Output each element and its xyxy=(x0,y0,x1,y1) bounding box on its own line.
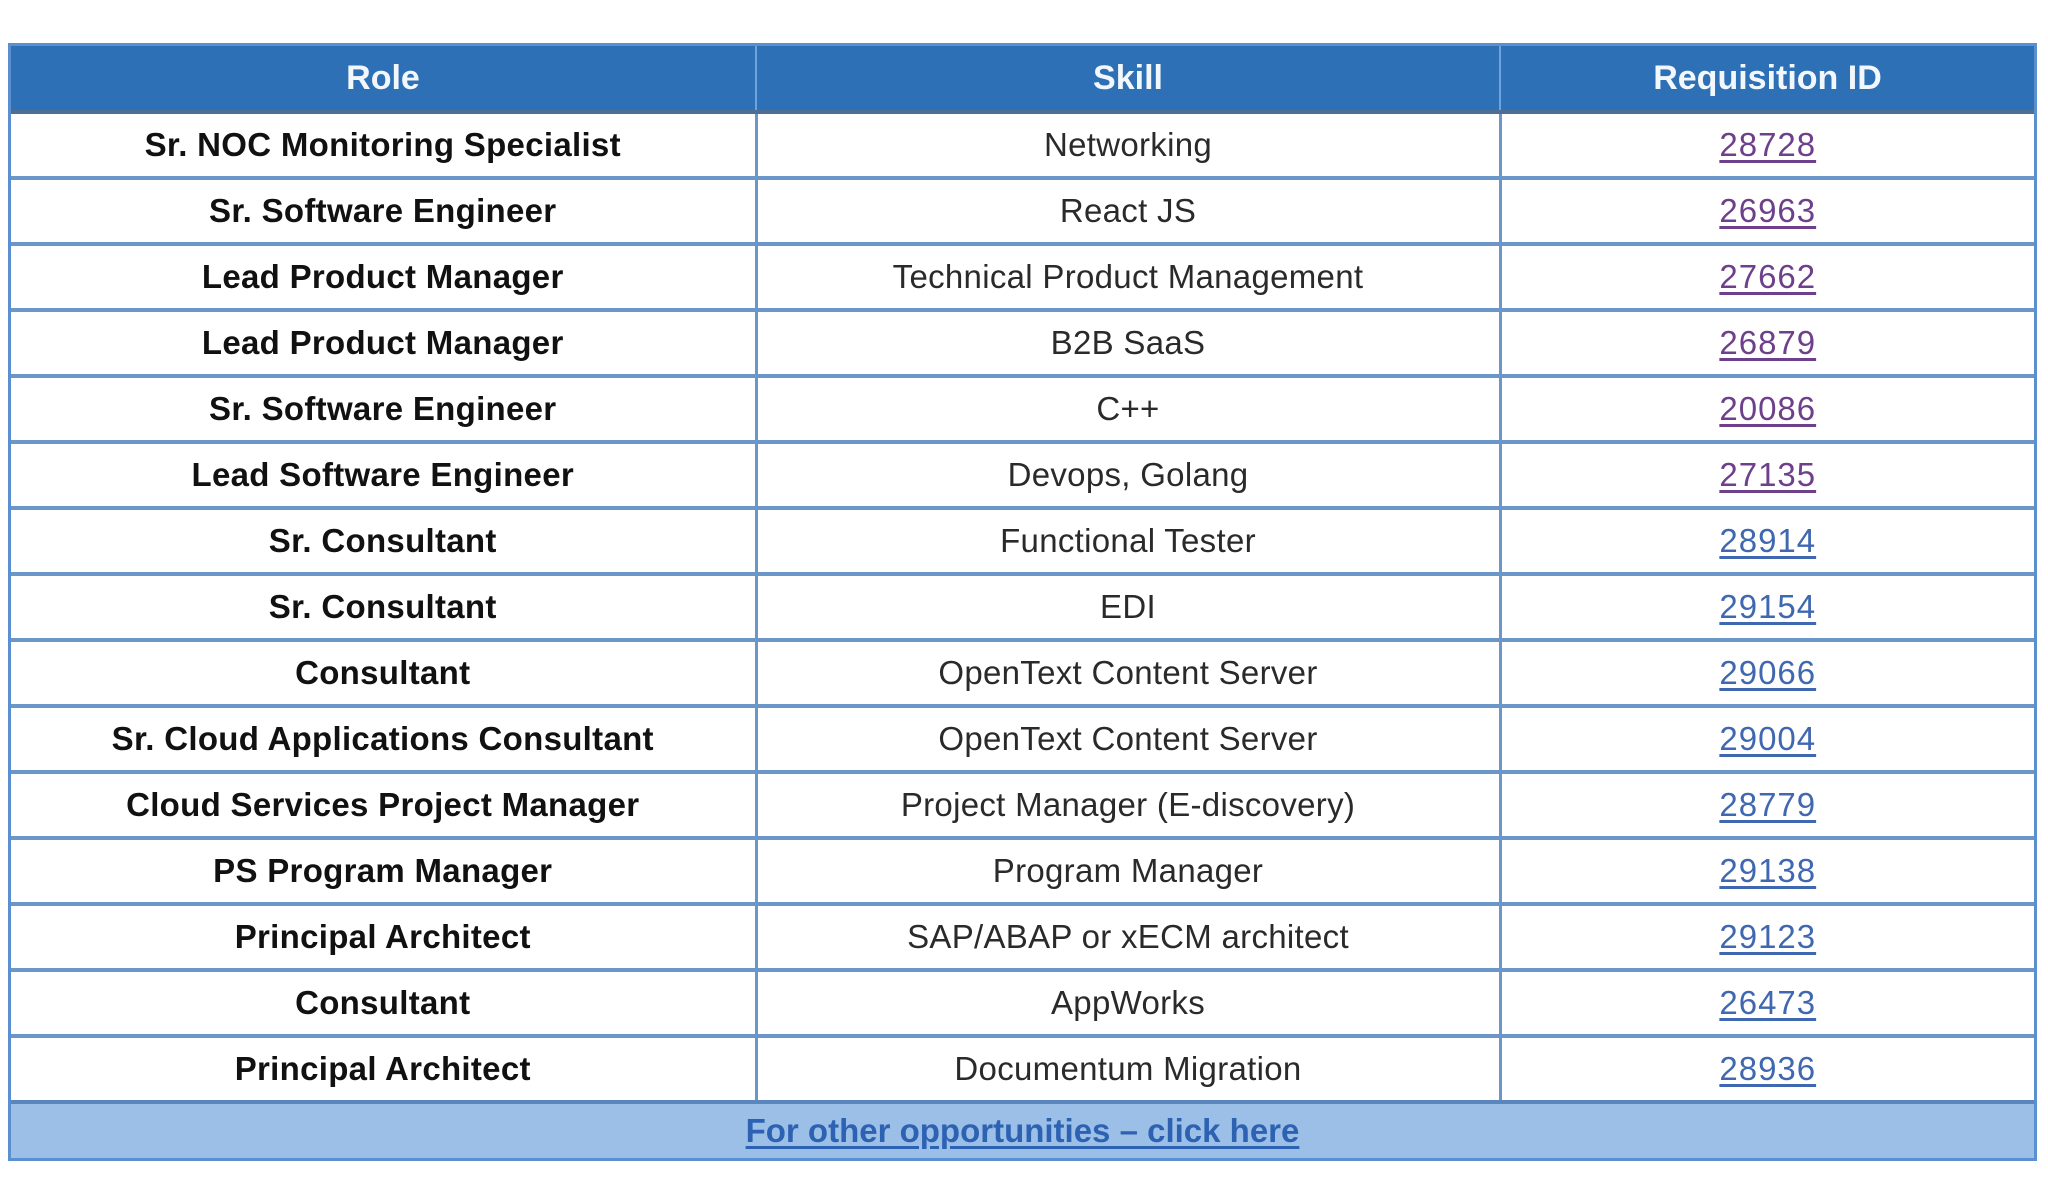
table-row: Sr. Software Engineer React JS 26963 xyxy=(11,176,2034,244)
requisition-id-link[interactable]: 27135 xyxy=(1719,456,1816,493)
requisition-id-cell: 26473 xyxy=(1498,968,2034,1036)
role-cell: Sr. Cloud Applications Consultant xyxy=(11,704,756,772)
skill-cell: OpenText Content Server xyxy=(754,638,1500,706)
other-opportunities-link[interactable]: For other opportunities – click here xyxy=(746,1112,1300,1149)
job-openings-table-container: Role Skill Requisition ID Sr. NOC Monito… xyxy=(8,43,2037,1161)
skill-cell: SAP/ABAP or xECM architect xyxy=(754,902,1500,970)
footer-row: For other opportunities – click here xyxy=(11,1100,2034,1158)
role-cell: Sr. NOC Monitoring Specialist xyxy=(144,126,621,163)
role-cell: PS Program Manager xyxy=(11,836,756,904)
requisition-id-link[interactable]: 28779 xyxy=(1719,786,1816,823)
requisition-id-cell: 29004 xyxy=(1498,704,2034,772)
requisition-id-link[interactable]: 26879 xyxy=(1719,324,1816,361)
skill-cell: C++ xyxy=(754,374,1500,442)
table-header: Role Skill Requisition ID xyxy=(11,46,2034,114)
requisition-id-link[interactable]: 26963 xyxy=(1719,192,1816,229)
role-cell: Sr. Software Engineer xyxy=(11,176,756,244)
table-row: Sr. Cloud Applications Consultant OpenTex… xyxy=(11,704,2034,772)
table-row: Lead Software Engineer Devops, Golang 2713… xyxy=(11,440,2034,508)
requisition-id-cell: 27135 xyxy=(1498,440,2034,508)
header-requisition-id: Requisition ID xyxy=(1499,46,2034,114)
skill-cell: Documentum Migration xyxy=(754,1034,1500,1102)
role-cell: Lead Product Manager xyxy=(11,242,756,310)
header-role: Role xyxy=(11,46,756,114)
table-row: Sr. NOC Monitoring Specialist Networking 2… xyxy=(11,112,2034,178)
requisition-id-cell: 28914 xyxy=(1498,506,2034,574)
requisition-id-cell: 29138 xyxy=(1498,836,2034,904)
requisition-id-link[interactable]: 28936 xyxy=(1719,1050,1816,1087)
skill-cell: Project Manager (E-discovery) xyxy=(754,770,1500,838)
requisition-id-link[interactable]: 28728 xyxy=(1719,126,1816,163)
requisition-id-link[interactable]: 26473 xyxy=(1719,984,1816,1021)
requisition-id-link[interactable]: 29138 xyxy=(1719,852,1816,889)
table-row: Sr. Consultant Functional Tester 28914 xyxy=(11,506,2034,574)
requisition-id-link[interactable]: 20086 xyxy=(1719,390,1816,427)
role-cell: Lead Software Engineer xyxy=(11,440,756,508)
requisition-id-cell: 28936 xyxy=(1498,1034,2034,1102)
table-body: Sr. NOC Monitoring Specialist Networking 2… xyxy=(11,112,2034,1102)
skill-cell: EDI xyxy=(754,572,1500,640)
requisition-id-link[interactable]: 29066 xyxy=(1719,654,1816,691)
role-cell: Lead Product Manager xyxy=(11,308,756,376)
skill-cell: Devops, Golang xyxy=(754,440,1500,508)
header-row: Role Skill Requisition ID xyxy=(11,46,2034,114)
requisition-id-cell: 28779 xyxy=(1498,770,2034,838)
requisition-id-link[interactable]: 29004 xyxy=(1719,720,1816,757)
skill-cell: B2B SaaS xyxy=(754,308,1500,376)
requisition-id-cell: 29123 xyxy=(1498,902,2034,970)
requisition-id-link[interactable]: 27662 xyxy=(1719,258,1816,295)
role-cell: Consultant xyxy=(11,968,756,1036)
skill-cell: Technical Product Management xyxy=(754,242,1500,310)
role-cell: Sr. Consultant xyxy=(11,572,756,640)
skill-cell: Functional Tester xyxy=(754,506,1500,574)
role-cell: Principal Architect xyxy=(11,1034,756,1102)
skill-cell: Networking xyxy=(754,112,1500,178)
role-cell: Sr. Software Engineer xyxy=(11,374,756,442)
table-row: Lead Product Manager Technical Product Ma… xyxy=(11,242,2034,310)
requisition-id-link[interactable]: 29123 xyxy=(1719,918,1816,955)
header-skill: Skill xyxy=(755,46,1500,114)
table-row: Sr. Consultant EDI 29154 xyxy=(11,572,2034,640)
requisition-id-cell: 28728 xyxy=(1498,112,2034,178)
requisition-id-cell: 29154 xyxy=(1498,572,2034,640)
table-row: PS Program Manager Program Manager 29138 xyxy=(11,836,2034,904)
table-row: Consultant OpenText Content Server 29066 xyxy=(11,638,2034,706)
table-footer: For other opportunities – click here xyxy=(11,1100,2034,1158)
table-row: Principal Architect SAP/ABAP or xECM arch… xyxy=(11,902,2034,970)
requisition-id-link[interactable]: 28914 xyxy=(1719,522,1816,559)
table-row: Consultant AppWorks 26473 xyxy=(11,968,2034,1036)
role-cell: Consultant xyxy=(11,638,756,706)
role-cell: Sr. Consultant xyxy=(11,506,756,574)
skill-cell: Program Manager xyxy=(754,836,1500,904)
requisition-id-cell: 26879 xyxy=(1498,308,2034,376)
table-row: Lead Product Manager B2B SaaS 26879 xyxy=(11,308,2034,376)
requisition-id-cell: 20086 xyxy=(1498,374,2034,442)
role-cell: Principal Architect xyxy=(11,902,756,970)
skill-cell: React JS xyxy=(754,176,1500,244)
skill-cell: AppWorks xyxy=(754,968,1500,1036)
table-row: Sr. Software Engineer C++ 20086 xyxy=(11,374,2034,442)
footer-cell: For other opportunities – click here xyxy=(11,1100,2034,1158)
job-openings-table: Role Skill Requisition ID Sr. NOC Monito… xyxy=(11,46,2034,1158)
skill-cell: OpenText Content Server xyxy=(754,704,1500,772)
table-row: Principal Architect Documentum Migration 2… xyxy=(11,1034,2034,1102)
requisition-id-link[interactable]: 29154 xyxy=(1719,588,1816,625)
table-row: Cloud Services Project Manager Project Ma… xyxy=(11,770,2034,838)
role-cell: Cloud Services Project Manager xyxy=(11,770,756,838)
requisition-id-cell: 29066 xyxy=(1498,638,2034,706)
requisition-id-cell: 27662 xyxy=(1498,242,2034,310)
requisition-id-cell: 26963 xyxy=(1498,176,2034,244)
